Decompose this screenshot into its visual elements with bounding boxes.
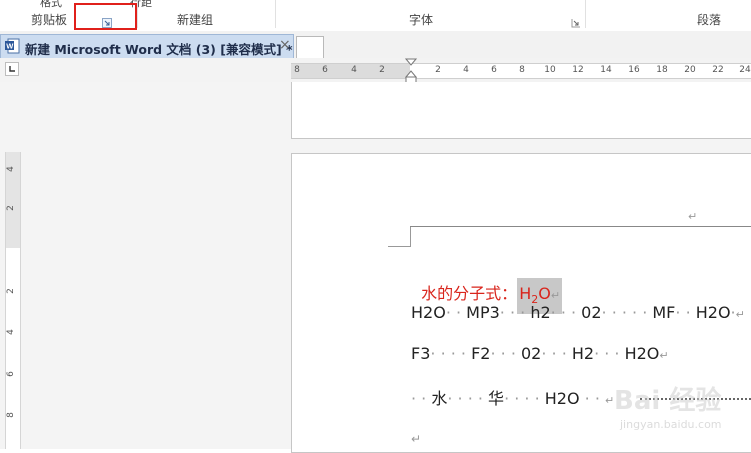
ruler-tick: 2: [379, 65, 385, 75]
svg-text:W: W: [6, 42, 14, 51]
document-tab-bar: W 新建 Microsoft Word 文档 (3) [兼容模式] * ×: [0, 31, 751, 59]
vruler-tick: 8: [5, 412, 16, 418]
text-line-2[interactable]: H2O· · MP3· · · h2· · · 02· · · · · MF· …: [411, 303, 745, 322]
ruler-tick: 14: [600, 65, 612, 75]
vruler-tick: 4: [5, 166, 16, 172]
word: 水: [431, 389, 448, 408]
word: F3: [411, 344, 431, 363]
word: 02: [581, 303, 602, 322]
vruler-tick: 6: [5, 371, 16, 377]
clipboard-group-label: 剪贴板: [31, 13, 68, 27]
new-tab-button[interactable]: [296, 36, 324, 58]
paragraph-mark: ↵: [550, 289, 561, 302]
ruler-tick: 16: [628, 65, 640, 75]
word: H2O: [695, 303, 731, 322]
formula-o: O: [538, 284, 551, 303]
margin-corner-mark: [410, 226, 411, 247]
watermark-logo-text: Bai 经验: [614, 386, 722, 416]
paragraph-group-label: 段落: [697, 13, 722, 27]
word: F2: [471, 344, 491, 363]
ruler-tick: 10: [544, 65, 556, 75]
ruler-tick: 18: [656, 65, 668, 75]
separator: [585, 0, 586, 28]
document-tab-title: 新建 Microsoft Word 文档 (3) [兼容模式] *: [25, 42, 293, 57]
vruler-tick: 2: [5, 288, 16, 294]
text-line-3[interactable]: F3· · · · F2· · · 02· · · H2· · · H2O↵: [411, 344, 669, 363]
tab-stop-selector[interactable]: [5, 62, 19, 76]
ruler-tick: 20: [684, 65, 696, 75]
ruler-tick: 6: [491, 65, 497, 75]
ruler-tick: 24: [739, 65, 751, 75]
horizontal-ruler[interactable]: 8 6 4 2 2 4 6 8 10 12 14 16 18 20 22 24: [291, 63, 751, 79]
word: H2O: [624, 344, 660, 363]
clipped-format-label[interactable]: 格式: [40, 0, 62, 10]
font-dialog-launcher-icon[interactable]: [571, 13, 581, 28]
ruler-tick: 22: [712, 65, 724, 75]
word: H2: [571, 344, 595, 363]
separator: [137, 0, 138, 28]
word-doc-icon: W: [5, 38, 21, 58]
ruler-tick: 6: [322, 65, 328, 75]
separator: [275, 0, 276, 28]
word: h2: [530, 303, 551, 322]
paragraph-mark: ↵: [735, 308, 745, 321]
vruler-tick: 4: [5, 329, 16, 335]
baidu-jingyan-watermark: Bai 经验 jingyan.baidu.com: [570, 372, 746, 444]
formula-h: H: [519, 284, 532, 303]
word: H2O: [411, 303, 446, 322]
word: MP3: [466, 303, 500, 322]
vruler-tick: 2: [5, 205, 16, 211]
highlight-box: [74, 3, 137, 30]
ruler-tick: 2: [435, 65, 441, 75]
ruler-tick: 12: [572, 65, 584, 75]
ruler-tick: 8: [519, 65, 525, 75]
paragraph-mark: ↵: [659, 349, 669, 362]
document-tab[interactable]: W 新建 Microsoft Word 文档 (3) [兼容模式] * ×: [0, 34, 294, 58]
ruler-tick: 8: [294, 65, 300, 75]
font-group-label: 字体: [409, 13, 434, 27]
close-tab-icon[interactable]: ×: [279, 37, 291, 53]
ruler-tick: 4: [463, 65, 469, 75]
word: MF: [652, 303, 676, 322]
paragraph-mark: ↵: [688, 210, 698, 223]
new-group-label: 新建组: [177, 13, 214, 27]
word: 华: [488, 389, 505, 408]
watermark-url: jingyan.baidu.com: [620, 418, 722, 431]
previous-page: [291, 82, 751, 139]
margin-corner-mark: [388, 246, 411, 247]
water-formula-label: 水的分子式：: [421, 284, 518, 303]
word: 02: [520, 344, 542, 363]
ribbon: 格式 行距 剪贴板 新建组 字体 段落: [0, 0, 751, 32]
header-separator-line: [410, 226, 751, 227]
ruler-tick: 4: [351, 65, 357, 75]
paragraph-mark: ↵: [411, 432, 422, 446]
